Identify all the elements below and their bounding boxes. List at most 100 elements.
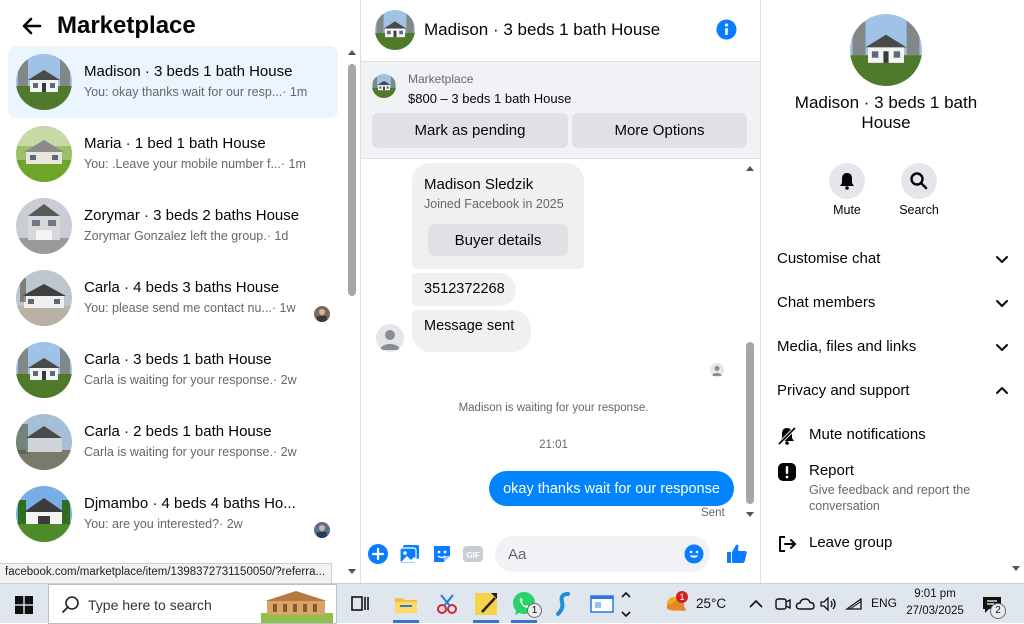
emoji-icon[interactable] (684, 544, 704, 564)
message-bubble: Message sent (412, 310, 531, 352)
message-text: Message sent (424, 318, 515, 334)
scroll-up-icon[interactable] (746, 166, 754, 171)
sidebar-title: Marketplace (57, 12, 196, 39)
conversation-item[interactable]: Djmambo · 4 beds 4 baths Ho... You: are … (8, 478, 338, 550)
bell-icon (840, 173, 854, 190)
gif-icon[interactable]: GIF (462, 543, 484, 565)
wifi-icon[interactable] (844, 590, 864, 618)
leave-group-option[interactable]: Leave group (777, 534, 1007, 554)
chat-title[interactable]: Madison · 3 beds 1 bath House (424, 20, 660, 40)
snipping-tool-icon[interactable] (433, 590, 461, 618)
photo-icon[interactable] (399, 543, 421, 565)
listing-thumbnail (16, 342, 72, 398)
file-explorer-icon[interactable] (392, 590, 420, 618)
details-title: Madison · 3 beds 1 bath House (794, 93, 978, 132)
leave-icon (779, 536, 796, 552)
scroll-down-icon[interactable] (1012, 566, 1020, 571)
scroll-up-icon[interactable] (348, 50, 356, 55)
listing-thumbnail (16, 54, 72, 110)
mute-button[interactable] (829, 163, 865, 199)
task-view-icon[interactable] (346, 590, 374, 618)
conversation-name: Madison · 3 beds 1 bath House (84, 63, 293, 80)
conversation-name: Djmambo · 4 beds 4 baths Ho... (84, 495, 296, 512)
chat-members-section[interactable]: Chat members (777, 294, 997, 311)
onedrive-cloud-icon[interactable] (794, 590, 816, 618)
notification-count: 2 (990, 603, 1006, 619)
search-icon (910, 172, 928, 190)
clock-date[interactable]: 27/03/2025 (902, 605, 968, 617)
listing-thumbnail (16, 486, 72, 542)
read-receipt-avatar (314, 306, 330, 322)
conversation-item[interactable]: Carla · 4 beds 3 baths House You: please… (8, 262, 338, 334)
sidebar-scrollbar[interactable] (345, 46, 359, 576)
details-listing-thumbnail (850, 14, 922, 86)
conversation-item[interactable]: Madison · 3 beds 1 bath House You: okay … (8, 46, 338, 118)
meet-now-icon[interactable] (772, 590, 792, 618)
conversation-item[interactable]: Carla · 3 beds 1 bath House Carla is wai… (8, 334, 338, 406)
chevron-up-icon (995, 385, 1009, 395)
chat-scrollbar[interactable] (744, 162, 758, 522)
clock-time[interactable]: 9:01 pm (904, 588, 966, 600)
search-highlight-image (261, 591, 333, 623)
listing-price[interactable]: $800 – 3 beds 1 bath House (408, 91, 571, 106)
conversation-name: Carla · 3 beds 1 bath House (84, 351, 272, 368)
conversation-item[interactable]: Zorymar · 3 beds 2 baths House Zorymar G… (8, 190, 338, 262)
link-status-bar: facebook.com/marketplace/item/1398372731… (0, 563, 333, 583)
conversation-preview: Carla is waiting for your response. · 2w (84, 373, 297, 387)
sticker-icon[interactable] (431, 543, 453, 565)
buyer-name: Madison Sledzik (424, 176, 534, 193)
back-arrow-icon[interactable] (20, 14, 44, 38)
conversation-name: Carla · 4 beds 3 baths House (84, 279, 280, 296)
sent-status: Sent (701, 507, 725, 519)
mark-as-pending-button[interactable]: Mark as pending (372, 113, 568, 148)
buyer-info-card: Madison Sledzik Joined Facebook in 2025 … (412, 163, 584, 269)
conversation-item[interactable]: Carla · 2 beds 1 bath House Carla is wai… (8, 406, 338, 478)
info-icon[interactable] (716, 19, 737, 40)
weather-badge: 1 (676, 591, 688, 603)
scroll-down-icon[interactable] (746, 512, 754, 517)
privacy-support-section[interactable]: Privacy and support (777, 382, 997, 399)
read-receipt-avatar (314, 522, 330, 538)
chevron-down-icon (995, 343, 1009, 353)
sender-avatar (376, 324, 404, 352)
customise-chat-section[interactable]: Customise chat (777, 250, 997, 267)
scrollbar-thumb[interactable] (348, 64, 356, 296)
language-indicator[interactable]: ENG (871, 596, 897, 610)
mute-notifications-option[interactable]: Mute notifications (777, 426, 1007, 446)
sticky-notes-icon[interactable] (472, 590, 500, 618)
tray-chevron-up-icon[interactable] (746, 590, 766, 618)
scrollbar-thumb[interactable] (746, 342, 754, 504)
chat-listing-thumbnail[interactable] (375, 10, 415, 50)
like-thumb-icon[interactable] (725, 542, 749, 566)
conversation-item[interactable]: Maria · 1 bed 1 bath House You: .Leave y… (8, 118, 338, 190)
volume-icon[interactable] (818, 590, 838, 618)
message-composer: GIF Aa (361, 532, 760, 576)
taskbar-search-box[interactable]: Type here to search (48, 584, 337, 624)
remote-desktop-icon[interactable] (550, 590, 578, 618)
chat-panel: Madison · 3 beds 1 bath House Marketplac… (361, 0, 760, 583)
search-icon (62, 596, 79, 613)
buyer-details-button[interactable]: Buyer details (428, 224, 568, 256)
search-button[interactable] (901, 163, 937, 199)
media-files-links-section[interactable]: Media, files and links (777, 338, 997, 355)
windows-start-icon[interactable] (15, 596, 33, 614)
report-option[interactable]: Report Give feedback and report the conv… (777, 462, 1007, 516)
plus-icon[interactable] (367, 543, 389, 565)
listing-summary: Marketplace $800 – 3 beds 1 bath House M… (361, 62, 760, 159)
conversation-preview: Zorymar Gonzalez left the group. · 1d (84, 229, 289, 243)
search-label: Search (899, 203, 939, 217)
temperature[interactable]: 25°C (696, 596, 726, 611)
more-options-button[interactable]: More Options (572, 113, 747, 148)
message-input[interactable]: Aa (495, 536, 710, 572)
app-window-icon[interactable] (588, 590, 616, 618)
message-text: 3512372268 (424, 281, 505, 297)
windows-taskbar: Type here to search 1 1 25°C ENG 9:01 pm… (0, 583, 1024, 624)
listing-thumbnail (16, 198, 72, 254)
scroll-down-icon[interactable] (348, 569, 356, 574)
whatsapp-badge: 1 (527, 603, 542, 618)
bell-off-icon (777, 426, 797, 446)
listing-mini-thumbnail (372, 74, 396, 98)
listing-thumbnail (16, 270, 72, 326)
system-tray-overflow-icon[interactable] (619, 590, 633, 618)
conversation-list: Madison · 3 beds 1 bath House You: okay … (8, 46, 338, 550)
